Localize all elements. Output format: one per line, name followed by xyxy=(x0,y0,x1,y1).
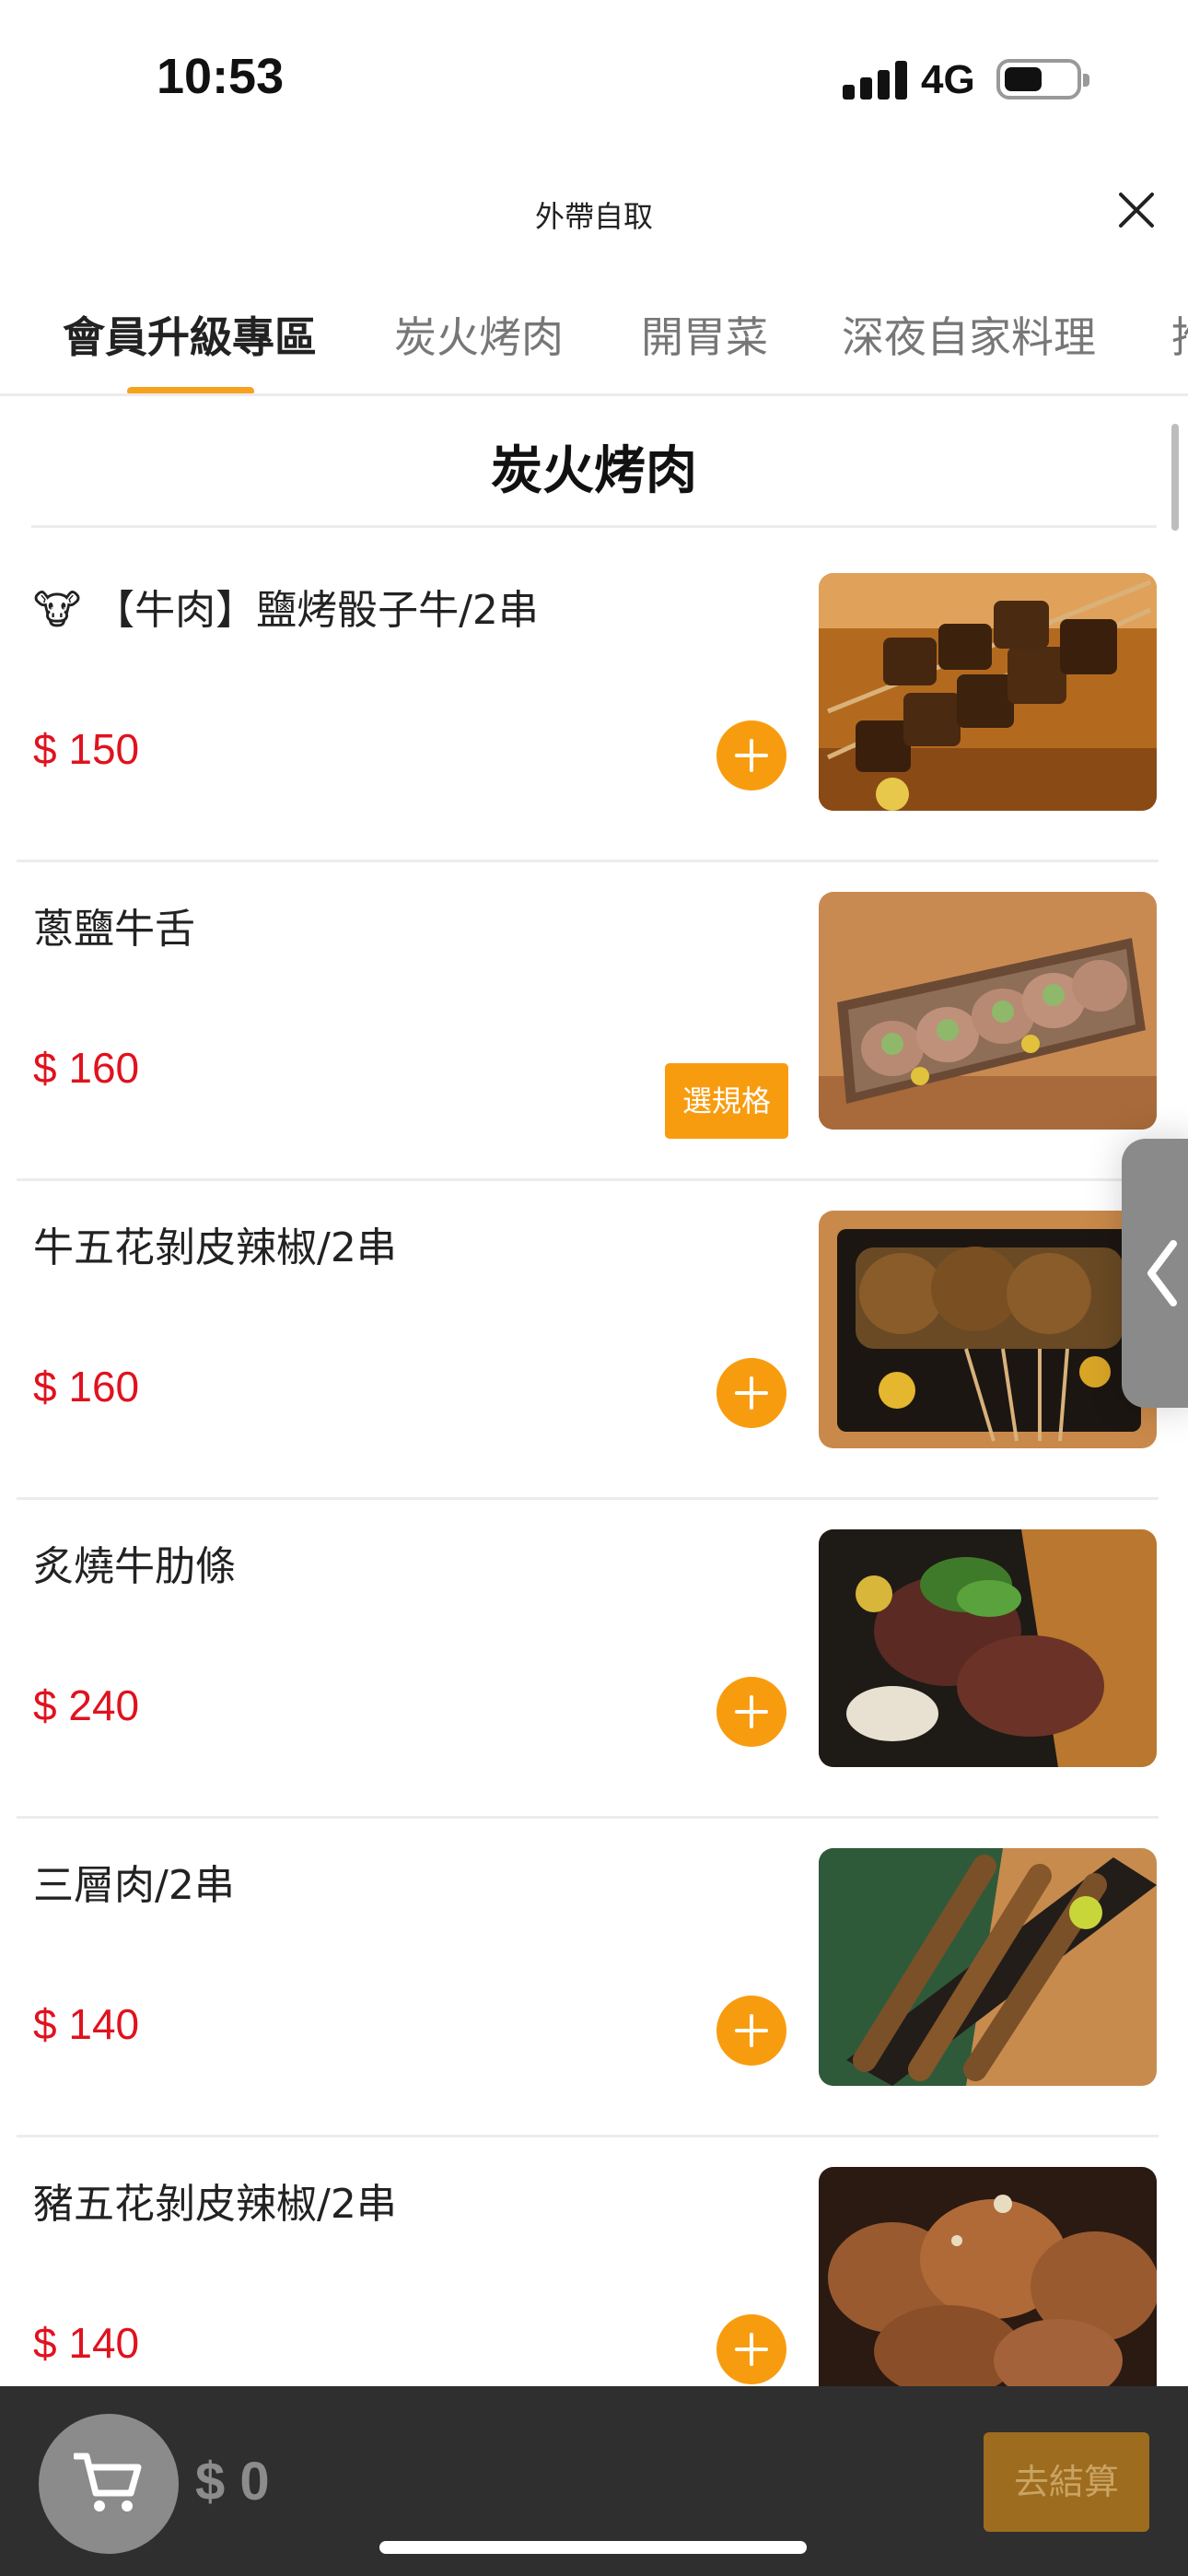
scrollbar[interactable] xyxy=(1171,424,1179,531)
side-drawer-handle[interactable] xyxy=(1122,1139,1188,1408)
active-tab-indicator xyxy=(127,387,254,393)
tab-recommended[interactable]: 推 xyxy=(1171,304,1188,365)
add-to-cart-button[interactable] xyxy=(716,720,786,790)
select-spec-button[interactable]: 選規格 xyxy=(665,1063,788,1139)
cart-button[interactable] xyxy=(39,2414,179,2554)
tab-appetizers[interactable]: 開胃菜 xyxy=(641,304,768,365)
checkout-button[interactable]: 去結算 xyxy=(984,2432,1149,2532)
item-name: 🐮 【牛肉】鹽烤骰子牛/2串 xyxy=(33,587,539,634)
add-to-cart-button[interactable] xyxy=(716,1358,786,1428)
item-name: 蔥鹽牛舌 xyxy=(33,906,195,953)
add-to-cart-button[interactable] xyxy=(716,1677,786,1747)
item-name: 三層肉/2串 xyxy=(33,1862,235,1909)
item-price: $ 240 xyxy=(33,1681,140,1729)
cart-total: $ 0 xyxy=(195,2452,270,2512)
chevron-left-icon xyxy=(1147,1240,1177,1306)
list-item[interactable]: 炙燒牛肋條 $ 240 xyxy=(17,1500,1188,1819)
list-item[interactable]: 蔥鹽牛舌 $ 160 選規格 xyxy=(17,862,1188,1181)
status-bar: 10:53 4G xyxy=(0,0,1188,157)
list-item[interactable]: 三層肉/2串 $ 140 xyxy=(17,1819,1188,2137)
list-item[interactable]: 🐮 【牛肉】鹽烤骰子牛/2串 $ 150 xyxy=(17,544,1188,862)
cart-icon xyxy=(74,2453,142,2512)
item-price: $ 160 xyxy=(33,1044,140,1092)
close-icon[interactable] xyxy=(1116,190,1157,230)
status-time: 10:53 xyxy=(157,49,285,104)
item-price: $ 160 xyxy=(33,1363,140,1411)
item-photo[interactable] xyxy=(819,1211,1157,1448)
item-photo[interactable] xyxy=(819,2167,1157,2405)
add-to-cart-button[interactable] xyxy=(716,2314,786,2384)
item-name: 炙燒牛肋條 xyxy=(33,1543,236,1590)
item-price: $ 140 xyxy=(33,2000,140,2048)
item-photo[interactable] xyxy=(819,1529,1157,1767)
item-photo[interactable] xyxy=(819,892,1157,1130)
item-price: $ 140 xyxy=(33,2319,140,2367)
page-title: 外帶自取 xyxy=(534,199,653,234)
item-photo[interactable] xyxy=(819,573,1157,811)
signal-icon xyxy=(843,61,907,100)
item-name: 牛五花剝皮辣椒/2串 xyxy=(33,1224,397,1271)
item-name: 豬五花剝皮辣椒/2串 xyxy=(33,2181,397,2228)
network-type: 4G xyxy=(921,57,975,102)
item-price: $ 150 xyxy=(33,725,140,773)
list-item[interactable]: 牛五花剝皮辣椒/2串 $ 160 xyxy=(17,1181,1188,1500)
nav-header: 外帶自取 xyxy=(0,157,1188,267)
battery-icon xyxy=(996,59,1089,100)
add-to-cart-button[interactable] xyxy=(716,1996,786,2066)
tab-late-night[interactable]: 深夜自家料理 xyxy=(842,304,1096,365)
home-indicator xyxy=(379,2541,807,2554)
category-tabs: 會員升級專區 炭火烤肉 開胃菜 深夜自家料理 推 xyxy=(0,276,1188,396)
item-photo[interactable] xyxy=(819,1848,1157,2086)
tab-charcoal-bbq[interactable]: 炭火烤肉 xyxy=(394,304,564,365)
tab-member-upgrade[interactable]: 會員升級專區 xyxy=(63,304,317,365)
section-title: 炭火烤肉 xyxy=(491,441,697,501)
section-divider xyxy=(31,525,1157,528)
